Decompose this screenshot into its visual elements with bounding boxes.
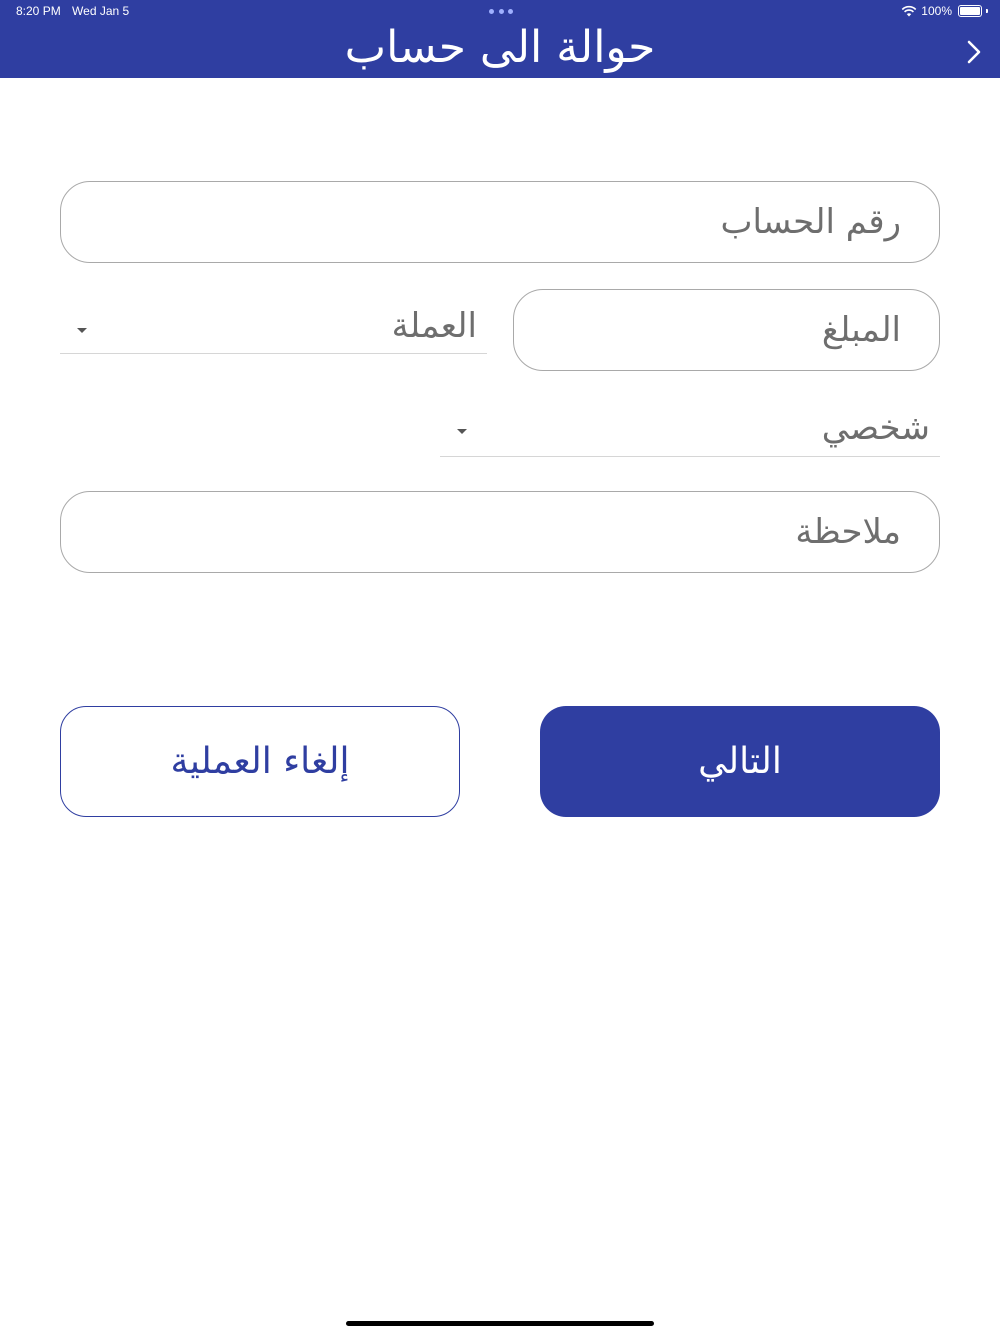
- note-input[interactable]: [61, 492, 939, 572]
- caret-down-icon: [457, 429, 467, 434]
- status-bar-left: 8:20 PM Wed Jan 5: [16, 4, 137, 18]
- caret-down-icon: [77, 328, 87, 333]
- battery-tip-icon: [986, 9, 988, 13]
- note-field: [60, 491, 940, 573]
- battery-icon: [958, 5, 982, 17]
- amount-input[interactable]: [514, 290, 939, 370]
- chevron-right-icon[interactable]: [964, 38, 984, 66]
- app-header: 8:20 PM Wed Jan 5 100% حوالة الى حساب: [0, 0, 1000, 78]
- account-number-field: [60, 181, 940, 263]
- next-button[interactable]: التالي: [540, 706, 940, 817]
- account-number-input[interactable]: [61, 182, 939, 262]
- currency-label: العملة: [391, 306, 477, 346]
- wifi-icon: [902, 5, 917, 17]
- next-button-label: التالي: [698, 741, 782, 782]
- battery-percentage: 100%: [921, 4, 952, 18]
- amount-field: [513, 289, 940, 371]
- page-title: حوالة الى حساب: [344, 22, 656, 73]
- transfer-type-dropdown[interactable]: شخصي: [440, 394, 940, 457]
- home-indicator[interactable]: [346, 1321, 654, 1326]
- cancel-button-label: إلغاء العملية: [170, 741, 350, 782]
- currency-dropdown[interactable]: العملة: [60, 292, 487, 354]
- status-bar-right: 100%: [901, 4, 988, 18]
- multitasking-dots-icon[interactable]: [489, 9, 513, 15]
- cancel-button[interactable]: إلغاء العملية: [60, 706, 460, 817]
- status-time: 8:20 PM: [16, 4, 61, 18]
- transfer-type-label: شخصي: [821, 408, 930, 448]
- status-date: Wed Jan 5: [72, 4, 130, 18]
